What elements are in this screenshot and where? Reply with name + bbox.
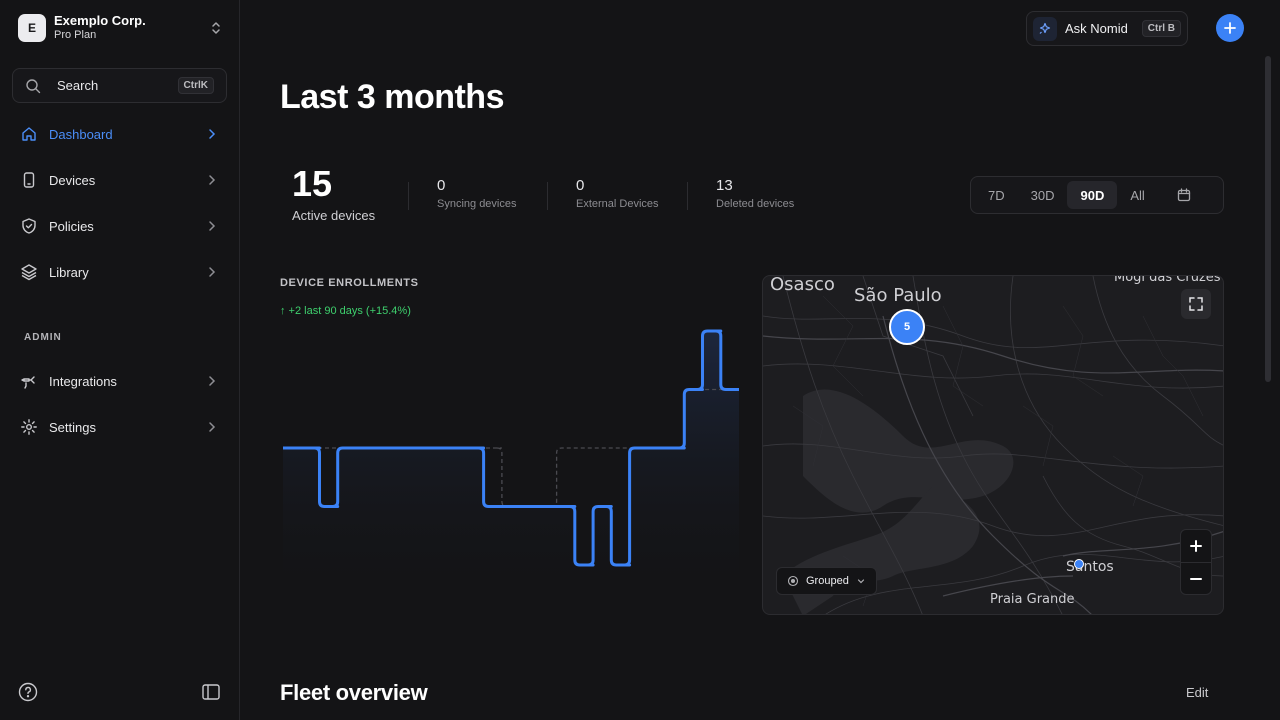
stat-divider (408, 182, 409, 210)
edit-button[interactable]: Edit (1186, 685, 1208, 700)
home-icon (22, 127, 36, 141)
sidebar: E Exemplo Corp. Pro Plan Search CtrlK Da… (0, 0, 240, 720)
enrollment-chart (283, 329, 739, 605)
device-cluster-marker[interactable]: 5 (889, 309, 925, 345)
stat-label: Active devices (292, 208, 376, 223)
chart-delta: ↑ +2 last 90 days (+15.4%) (280, 305, 411, 317)
map-label-mogi-das-cruzes: Mogi das Cruzes (1114, 275, 1221, 285)
sidebar-item-dashboard[interactable]: Dashboard (12, 116, 227, 152)
sidebar-item-label: Policies (49, 218, 94, 234)
fullscreen-button[interactable] (1181, 289, 1211, 319)
sidebar-item-devices[interactable]: Devices (12, 162, 227, 198)
ask-nomid-label: Ask Nomid (1065, 21, 1128, 36)
chevrons-up-down-icon (212, 22, 220, 34)
plus-icon (1224, 22, 1236, 34)
map-label-praia-grande: Praia Grande (990, 592, 1075, 607)
section-title-fleet-overview: Fleet overview (280, 680, 428, 705)
plug-icon (21, 376, 35, 389)
chevron-right-icon (209, 175, 216, 185)
range-all-button[interactable]: All (1117, 181, 1157, 209)
org-text: Exemplo Corp. Pro Plan (54, 14, 208, 42)
chevron-right-icon (209, 422, 216, 432)
ask-nomid-button[interactable]: Ask Nomid Ctrl B (1026, 11, 1188, 46)
date-range-selector: 7D 30D 90D All (970, 176, 1224, 214)
range-7d-button[interactable]: 7D (975, 181, 1018, 209)
sidebar-item-policies[interactable]: Policies (12, 208, 227, 244)
zoom-controls (1180, 529, 1212, 595)
smartphone-icon (23, 172, 35, 188)
layers-icon (21, 264, 37, 281)
search-shortcut: CtrlK (177, 77, 214, 94)
org-switcher[interactable]: E Exemplo Corp. Pro Plan (18, 14, 224, 42)
grouping-dropdown[interactable]: Grouped (776, 567, 877, 595)
sparkle-icon (1033, 16, 1057, 41)
device-map[interactable]: Osasco São Paulo Mogi das Cruzes Santos … (762, 275, 1224, 615)
range-90d-button[interactable]: 90D (1067, 181, 1118, 209)
stat-value: 0 (437, 177, 446, 194)
sidebar-item-label: Settings (49, 419, 96, 435)
sidebar-item-label: Dashboard (49, 126, 113, 142)
chevron-right-icon (209, 267, 216, 277)
map-roads (763, 276, 1223, 614)
sidebar-item-integrations[interactable]: Integrations (12, 363, 227, 399)
chart-area-fill (283, 331, 739, 605)
search-button[interactable]: Search CtrlK (12, 68, 227, 103)
stat-divider (687, 182, 688, 210)
stat-value: 0 (576, 177, 585, 194)
stat-deleted-devices: 13 Deleted devices (716, 170, 795, 211)
stat-label: Deleted devices (716, 198, 795, 210)
scrollbar[interactable] (1265, 56, 1271, 382)
gear-icon (21, 419, 37, 435)
sidebar-item-label: Library (49, 264, 89, 280)
search-icon (26, 78, 41, 93)
stat-syncing-devices: 0 Syncing devices (437, 170, 517, 211)
calendar-icon[interactable] (1176, 187, 1192, 203)
page-title: Last 3 months (280, 78, 504, 116)
chart-title: DEVICE ENROLLMENTS (280, 277, 419, 289)
add-button[interactable] (1216, 14, 1244, 42)
app-window: E Exemplo Corp. Pro Plan Search CtrlK Da… (0, 0, 1280, 720)
stat-label: External Devices (576, 198, 659, 210)
minus-icon (1190, 578, 1202, 580)
stat-active-devices: 15 Active devices (292, 163, 376, 224)
map-label-santos: Santos (1066, 559, 1114, 575)
org-name: Exemplo Corp. (54, 13, 146, 28)
stat-value: 13 (716, 177, 733, 194)
admin-section-label: ADMIN (24, 332, 62, 343)
sidebar-item-label: Integrations (49, 373, 117, 389)
sidebar-item-label: Devices (49, 172, 96, 188)
target-icon (787, 575, 799, 587)
sidebar-item-library[interactable]: Library (12, 254, 227, 290)
range-30d-button[interactable]: 30D (1018, 181, 1068, 209)
plus-icon (1190, 540, 1202, 552)
map-label-sao-paulo: São Paulo (854, 285, 942, 306)
chevron-right-icon (209, 376, 216, 386)
ask-nomid-shortcut: Ctrl B (1141, 20, 1181, 37)
help-icon[interactable] (18, 682, 38, 702)
org-plan: Pro Plan (54, 29, 97, 41)
fullscreen-icon (1189, 297, 1203, 311)
grouping-label: Grouped (806, 575, 849, 587)
stat-external-devices: 0 External Devices (576, 170, 659, 211)
search-label: Search (57, 78, 99, 93)
org-avatar: E (18, 14, 46, 42)
stat-divider (547, 182, 548, 210)
zoom-out-button[interactable] (1181, 563, 1211, 595)
zoom-in-button[interactable] (1181, 530, 1211, 562)
toggle-sidebar-icon[interactable] (201, 682, 221, 702)
sidebar-item-settings[interactable]: Settings (12, 409, 227, 445)
chevron-down-icon (857, 579, 864, 584)
shield-check-icon (22, 218, 36, 234)
map-label-osasco: Osasco (770, 275, 835, 295)
chevron-right-icon (209, 221, 216, 231)
chevron-right-icon (209, 129, 216, 139)
device-marker[interactable] (1074, 559, 1084, 569)
stat-label: Syncing devices (437, 198, 517, 210)
stat-value: 15 (292, 163, 333, 204)
